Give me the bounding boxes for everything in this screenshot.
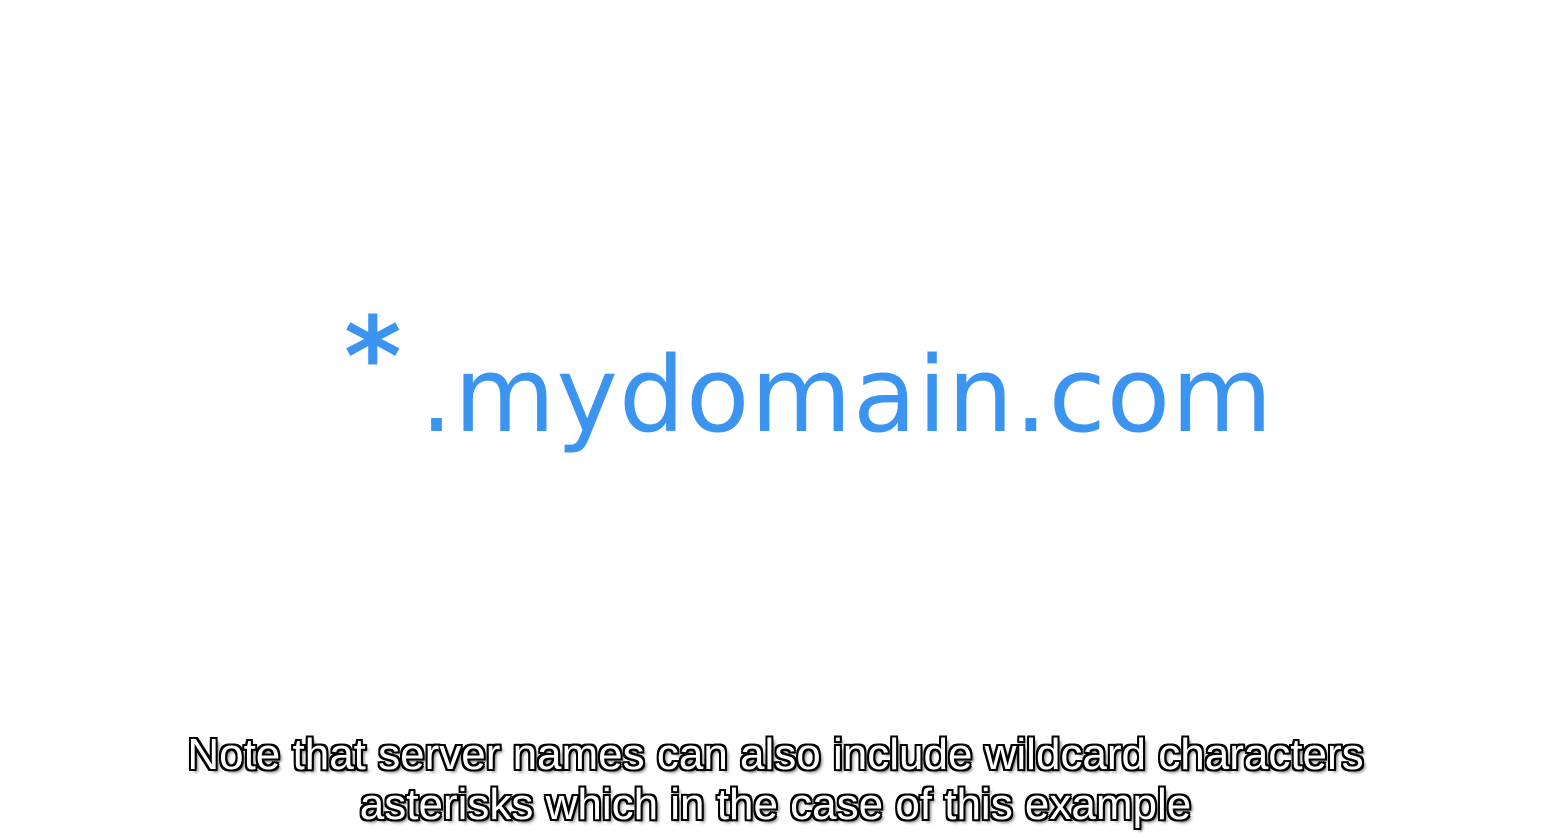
subtitle-caption: Note that server names can also include … <box>0 730 1551 830</box>
domain-graphic: * .mydomain.com <box>340 293 1273 480</box>
asterisk-wildcard: * <box>344 293 402 421</box>
domain-name-text: .mydomain.com <box>420 334 1274 456</box>
video-frame: * .mydomain.com Note that server names c… <box>0 0 1551 839</box>
subtitle-line-2: asterisks which in the case of this exam… <box>359 780 1192 829</box>
subtitle-line-1: Note that server names can also include … <box>187 730 1364 779</box>
